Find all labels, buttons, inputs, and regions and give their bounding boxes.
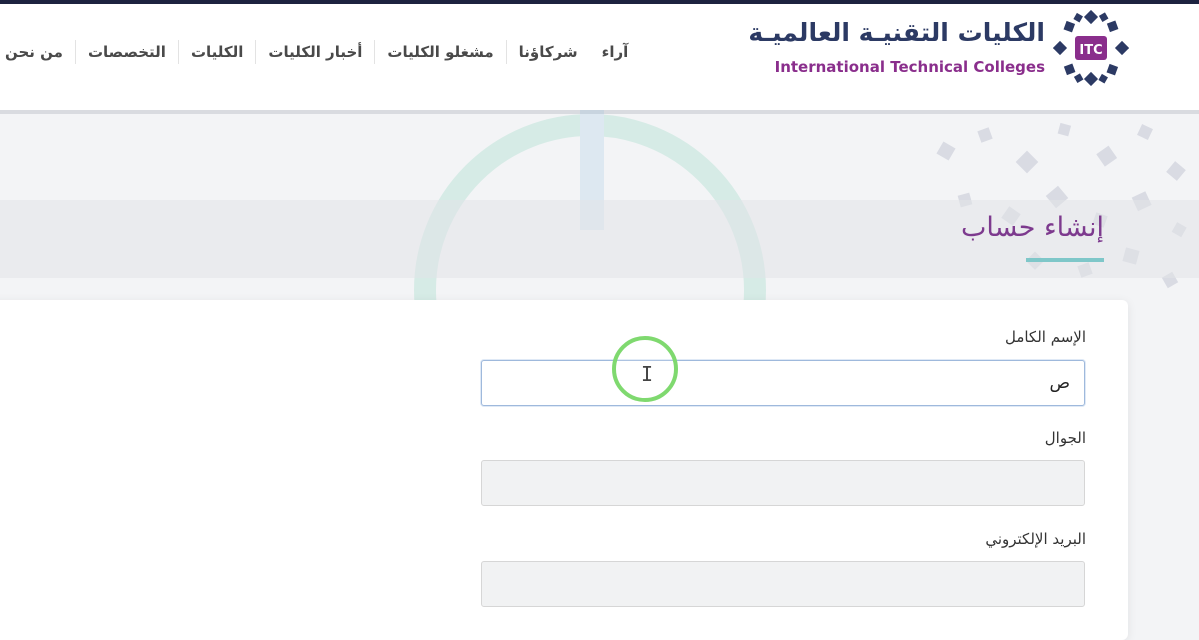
nav-item-majors[interactable]: التخصصات (74, 40, 178, 64)
brand-english-name: International Technical Colleges (774, 58, 1045, 76)
logo-mark-text: ITC (1079, 43, 1102, 58)
nav-item-testimonials[interactable]: آراء (590, 40, 641, 64)
nav-item-colleges[interactable]: الكليات (177, 40, 255, 64)
itc-star-logo-icon: ITC (1053, 10, 1129, 86)
nav-item-partners[interactable]: شركاؤنا (505, 40, 590, 64)
text-cursor-icon: I (641, 362, 654, 386)
page-title: إنشاء حساب (960, 212, 1104, 243)
email-label: البريد الإلكتروني (985, 530, 1086, 548)
site-logo[interactable]: ITC الكليات التقنيـة العالميـة Internati… (748, 10, 1129, 90)
mobile-label: الجوال (1044, 429, 1086, 447)
full-name-label: الإسم الكامل (1004, 328, 1086, 346)
nav-item-news[interactable]: أخبار الكليات (255, 40, 374, 64)
brand-arabic-name: الكليات التقنيـة العالميـة (748, 18, 1045, 47)
main-navigation: من نحن التخصصات الكليات أخبار الكليات مش… (0, 34, 674, 70)
nav-item-operators[interactable]: مشغلو الكليات (374, 40, 505, 64)
mobile-input[interactable] (481, 460, 1085, 506)
title-underline (1026, 258, 1104, 262)
nav-item-about[interactable]: من نحن (0, 40, 75, 64)
full-name-input[interactable] (481, 360, 1085, 406)
email-input[interactable] (481, 561, 1085, 607)
site-header: ITC الكليات التقنيـة العالميـة Internati… (0, 4, 1199, 110)
